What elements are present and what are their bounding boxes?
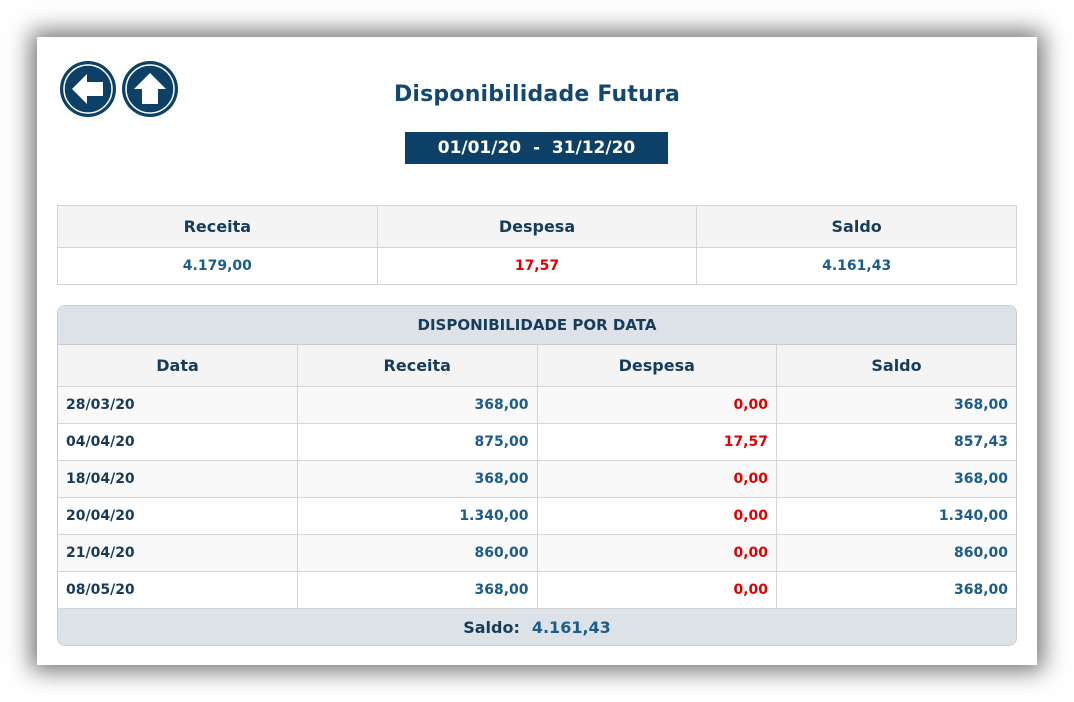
cell-date: 20/04/20 [58,497,298,535]
cell-saldo: 857,43 [776,423,1016,461]
summary-value-receita: 4.179,00 [57,247,378,285]
cell-receita: 368,00 [297,571,538,609]
cell-saldo: 860,00 [776,534,1016,572]
cell-despesa: 0,00 [537,460,777,498]
detail-table-panel: DISPONIBILIDADE POR DATA Data Receita De… [57,305,1017,646]
cell-date: 04/04/20 [58,423,298,461]
report-panel: Disponibilidade Futura 01/01/20 - 31/12/… [37,37,1037,665]
table-row: 28/03/20 368,00 0,00 368,00 [58,386,1016,424]
summary-header-saldo: Saldo [696,205,1017,248]
cell-despesa: 0,00 [537,386,777,424]
cell-receita: 1.340,00 [297,497,538,535]
detail-table: Data Receita Despesa Saldo 28/03/20 368,… [58,345,1016,609]
summary-header-receita: Receita [57,205,378,248]
summary-header-despesa: Despesa [376,205,698,248]
cell-saldo: 368,00 [776,460,1016,498]
column-header-saldo: Saldo [776,345,1016,387]
column-header-despesa: Despesa [537,345,777,387]
cell-despesa: 0,00 [537,497,777,535]
summary-value-saldo: 4.161,43 [696,247,1017,285]
summary-value-despesa: 17,57 [376,247,698,285]
cell-date: 08/05/20 [58,571,298,609]
column-header-receita: Receita [297,345,538,387]
table-row: 18/04/20 368,00 0,00 368,00 [58,460,1016,498]
cell-saldo: 368,00 [776,386,1016,424]
cell-despesa: 0,00 [537,534,777,572]
cell-saldo: 1.340,00 [776,497,1016,535]
table-row: 04/04/20 875,00 17,57 857,43 [58,423,1016,461]
detail-table-footer: Saldo: 4.161,43 [58,609,1016,645]
table-row: 21/04/20 860,00 0,00 860,00 [58,534,1016,572]
cell-despesa: 17,57 [537,423,777,461]
footer-saldo-label: Saldo: [463,617,520,637]
cell-saldo: 368,00 [776,571,1016,609]
period-badge: 01/01/20 - 31/12/20 [405,132,668,164]
table-row: 20/04/20 1.340,00 0,00 1.340,00 [58,497,1016,535]
cell-receita: 875,00 [297,423,538,461]
table-row: 08/05/20 368,00 0,00 368,00 [58,571,1016,609]
cell-receita: 368,00 [297,386,538,424]
page-title: Disponibilidade Futura [393,82,681,107]
cell-date: 28/03/20 [58,386,298,424]
footer-saldo-value: 4.161,43 [531,617,611,637]
cell-receita: 860,00 [297,534,538,572]
column-header-data: Data [58,345,298,387]
cell-receita: 368,00 [297,460,538,498]
cell-date: 18/04/20 [58,460,298,498]
cell-despesa: 0,00 [537,571,777,609]
summary-table: Receita Despesa Saldo 4.179,00 17,57 4.1… [57,205,1017,285]
cell-date: 21/04/20 [58,534,298,572]
detail-table-title: DISPONIBILIDADE POR DATA [58,306,1016,345]
